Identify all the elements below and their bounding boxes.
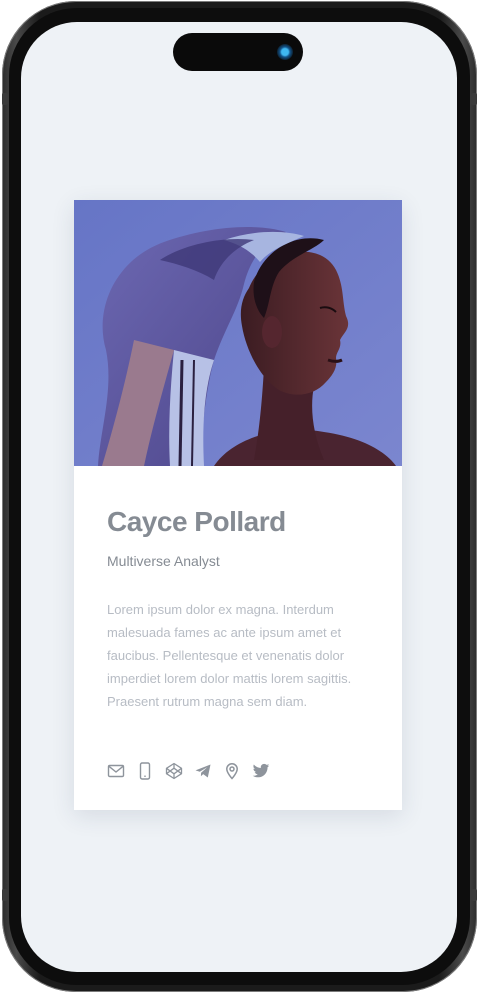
camera-icon <box>277 44 293 60</box>
side-button <box>471 889 477 901</box>
profile-card: Cayce Pollard Multiverse Analyst Lorem i… <box>74 200 402 810</box>
phone-screen: Cayce Pollard Multiverse Analyst Lorem i… <box>21 22 457 972</box>
social-links <box>107 761 270 781</box>
telegram-icon[interactable] <box>194 762 212 780</box>
side-button <box>2 889 8 901</box>
dynamic-island <box>173 33 303 71</box>
profile-photo <box>74 200 402 466</box>
codepen-icon[interactable] <box>165 762 183 780</box>
profile-role: Multiverse Analyst <box>107 553 220 569</box>
location-icon[interactable] <box>223 762 241 780</box>
profile-bio: Lorem ipsum dolor ex magna. Interdum mal… <box>107 602 352 709</box>
profile-name: Cayce Pollard <box>107 506 286 537</box>
twitter-icon[interactable] <box>252 762 270 780</box>
side-button <box>471 93 477 105</box>
phone-icon[interactable] <box>136 762 154 780</box>
mail-icon[interactable] <box>107 762 125 780</box>
side-button <box>2 93 8 105</box>
